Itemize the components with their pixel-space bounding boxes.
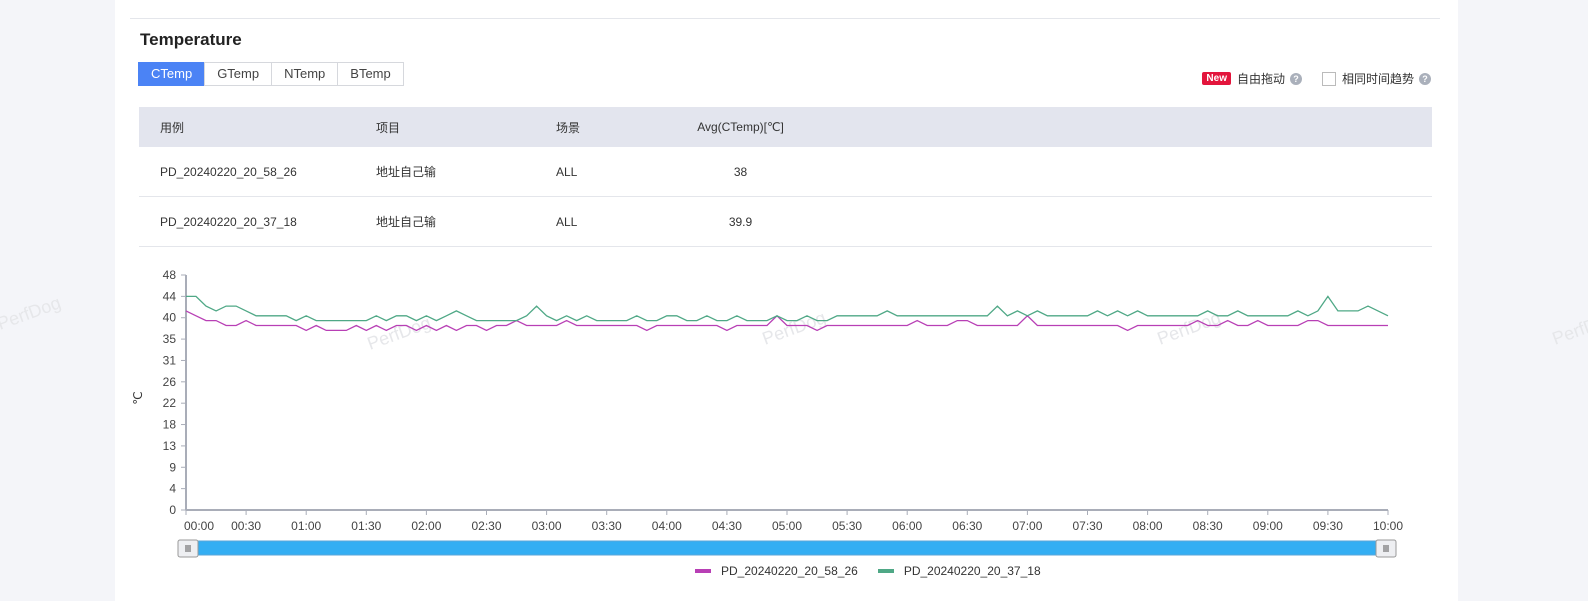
watermark: PerfDog: [0, 292, 63, 333]
x-tick-label: 06:00: [892, 519, 922, 533]
x-tick-label: 07:00: [1012, 519, 1042, 533]
x-tick-label: 08:30: [1193, 519, 1223, 533]
y-tick-label: 4: [169, 482, 176, 496]
y-tick-label: 26: [163, 375, 177, 389]
x-tick-label: 01:00: [291, 519, 321, 533]
x-tick-label: 08:00: [1133, 519, 1163, 533]
y-tick-label: 0: [169, 503, 176, 517]
x-tick-label: 07:30: [1072, 519, 1102, 533]
x-tick-label: 09:00: [1253, 519, 1283, 533]
x-tick-label: 01:30: [351, 519, 381, 533]
y-tick-label: 22: [163, 396, 177, 410]
watermark: PerfDog: [1550, 307, 1588, 348]
watermark: PerfDog: [365, 312, 434, 353]
y-tick-label: 48: [163, 268, 177, 282]
x-tick-label: 05:00: [772, 519, 802, 533]
temperature-chart: PerfDog PerfDog PerfDog PerfDog PerfDog04913…: [0, 268, 1588, 558]
y-tick-label: 18: [163, 418, 177, 432]
x-tick-label: 04:00: [652, 519, 682, 533]
x-tick-label: 06:30: [952, 519, 982, 533]
x-tick-label: 02:30: [471, 519, 501, 533]
y-tick-label: 35: [163, 332, 177, 346]
x-tick-label: 04:30: [712, 519, 742, 533]
x-tick-label: 00:30: [231, 519, 261, 533]
x-tick-label: 05:30: [832, 519, 862, 533]
y-tick-label: 40: [163, 311, 177, 325]
zoom-slider-range[interactable]: [185, 540, 1389, 556]
watermark: PerfDog: [760, 307, 829, 348]
x-tick-label: 09:30: [1313, 519, 1343, 533]
x-tick-label: 00:00: [184, 519, 214, 533]
x-tick-label: 02:00: [411, 519, 441, 533]
y-tick-label: 31: [163, 353, 177, 367]
y-tick-label: 13: [163, 439, 177, 453]
x-tick-label: 03:00: [532, 519, 562, 533]
x-tick-label: 03:30: [592, 519, 622, 533]
y-axis-label: ℃: [131, 391, 145, 404]
y-tick-label: 9: [169, 460, 176, 474]
x-tick-label: 10:00: [1373, 519, 1403, 533]
y-tick-label: 44: [163, 289, 177, 303]
